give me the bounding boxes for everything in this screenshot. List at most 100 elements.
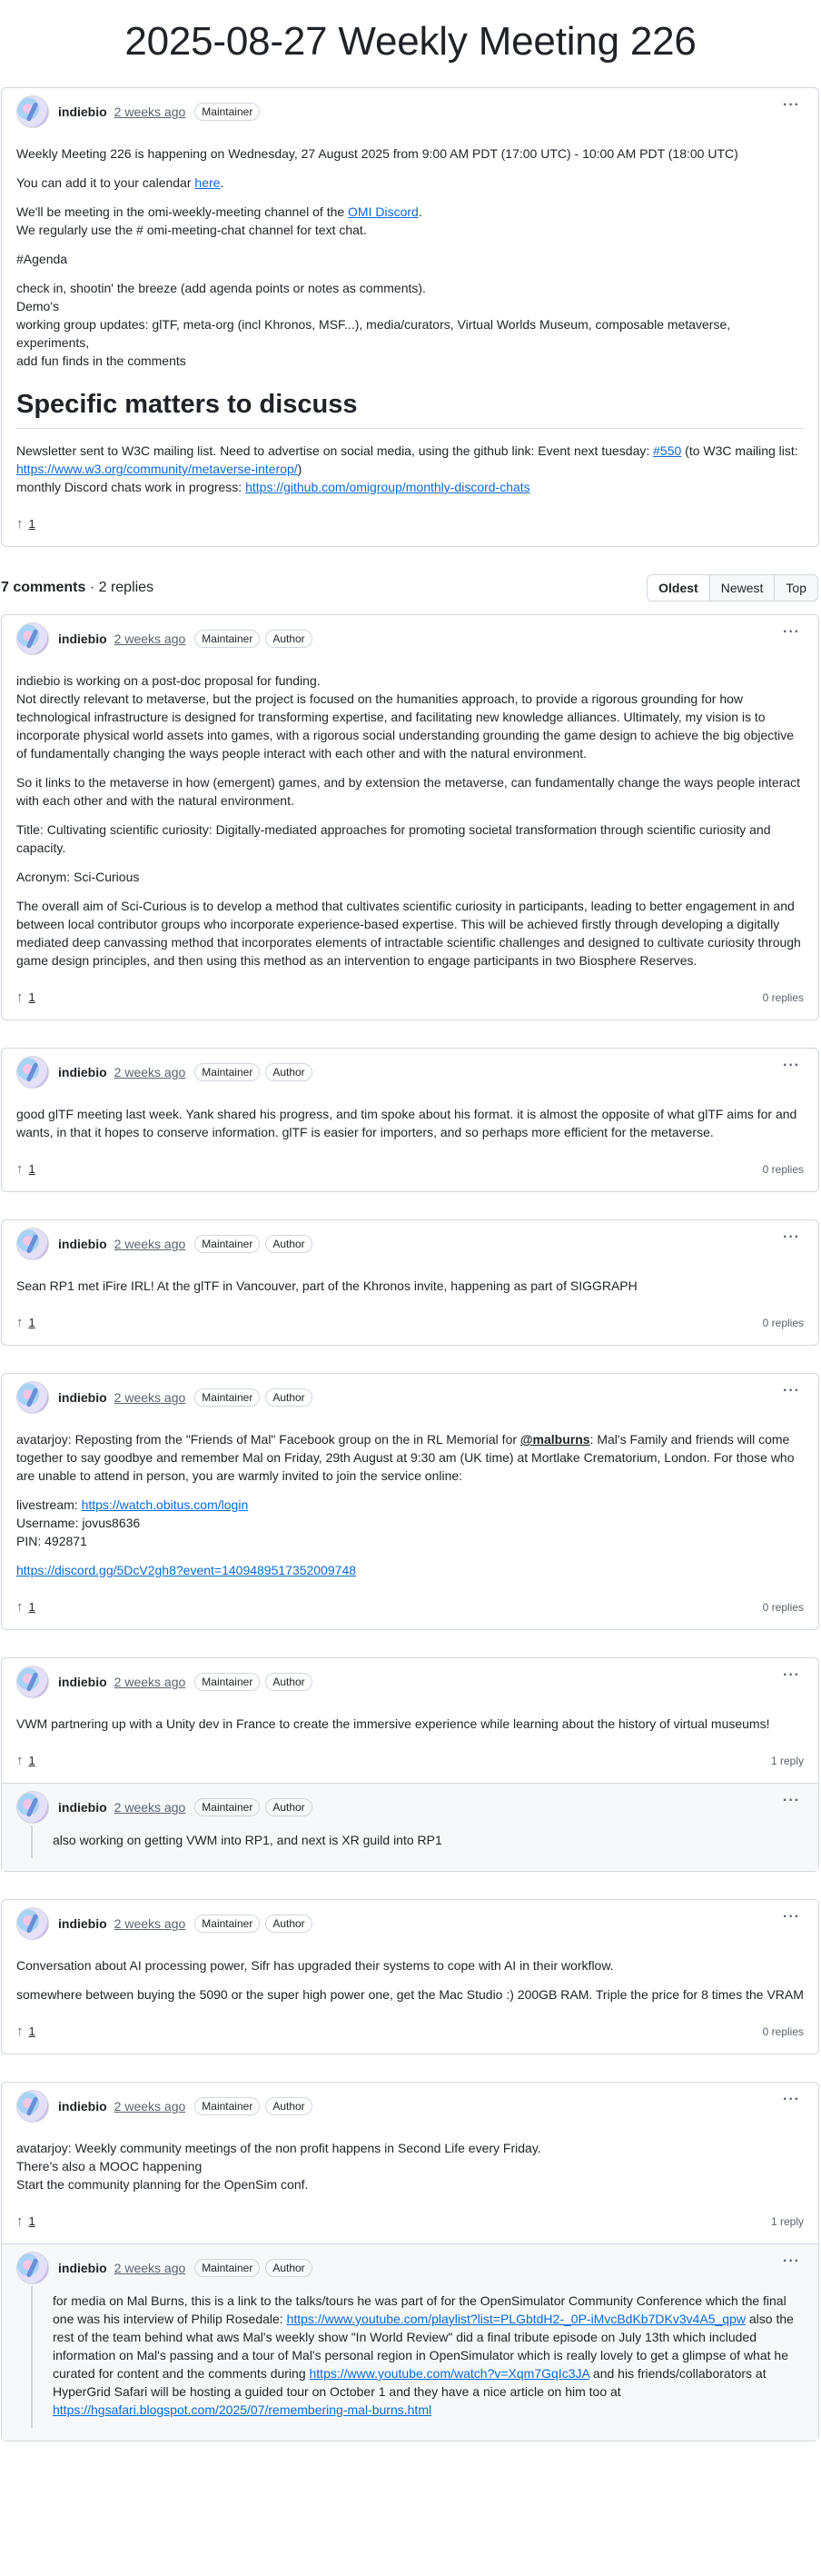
upvote-button[interactable]: ↑ 1 (16, 516, 35, 532)
playlist-link[interactable]: https://www.youtube.com/playlist?list=PL… (287, 2312, 746, 2326)
comment-text: somewhere between buying the 5090 or the… (16, 1987, 804, 2002)
avatar[interactable] (16, 2252, 49, 2284)
more-options-icon[interactable]: ··· (783, 1059, 800, 1073)
timestamp[interactable]: 2 weeks ago (114, 1800, 186, 1815)
arrow-up-icon: ↑ (16, 1315, 24, 1330)
replies-count: 0 replies (762, 1600, 804, 1614)
author-badge: Author (265, 1235, 312, 1253)
maintainer-badge: Maintainer (194, 1063, 261, 1081)
comment: indiebio 2 weeks ago Maintainer Author ·… (1, 1899, 819, 2054)
reply-text: for media on Mal Burns, this is a link t… (53, 2293, 794, 2417)
author-name[interactable]: indiebio (58, 1800, 107, 1815)
more-options-icon[interactable]: ··· (783, 1910, 800, 1925)
timestamp[interactable]: 2 weeks ago (114, 2099, 186, 2114)
author-name[interactable]: indiebio (58, 1916, 107, 1931)
more-options-icon[interactable]: ··· (783, 2254, 800, 2269)
arrow-up-icon: ↑ (16, 1599, 24, 1615)
comment-header: indiebio 2 weeks ago Maintainer Author ·… (2, 615, 818, 657)
comment-body: avatarjoy: Weekly community meetings of … (2, 2124, 818, 2208)
timestamp[interactable]: 2 weeks ago (114, 1390, 186, 1405)
upvote-button[interactable]: ↑ 1 (16, 2024, 35, 2039)
author-name[interactable]: indiebio (58, 632, 107, 646)
replies-count: 1 reply (770, 2214, 804, 2228)
comments-count: 7 comments · 2 replies (1, 580, 154, 595)
avatar[interactable] (16, 1056, 49, 1089)
more-options-icon[interactable]: ··· (783, 1668, 800, 1683)
timestamp[interactable]: 2 weeks ago (114, 1916, 186, 1931)
timestamp[interactable]: 2 weeks ago (114, 1237, 186, 1251)
avatar[interactable] (16, 95, 49, 128)
sort-top-button[interactable]: Top (774, 575, 817, 601)
comment-footer: ↑ 1 1 reply (2, 2208, 818, 2243)
upvote-button[interactable]: ↑ 1 (16, 990, 35, 1005)
calendar-link[interactable]: here (194, 175, 220, 190)
comment-body: avatarjoy: Reposting from the "Friends o… (2, 1416, 818, 1594)
timestamp[interactable]: 2 weeks ago (114, 2261, 186, 2275)
timestamp[interactable]: 2 weeks ago (114, 632, 186, 646)
avatar[interactable] (16, 622, 49, 655)
arrow-up-icon: ↑ (16, 1753, 24, 1768)
more-options-icon[interactable]: ··· (783, 625, 800, 640)
author-name[interactable]: indiebio (58, 1675, 107, 1689)
author-badge: Author (265, 1388, 312, 1407)
reply-body: also working on getting VWM into RP1, an… (2, 1831, 818, 1858)
author-name[interactable]: indiebio (58, 2099, 107, 2114)
upvote-button[interactable]: ↑ 1 (16, 1315, 35, 1330)
maintainer-badge: Maintainer (194, 1798, 261, 1816)
replies-count: 1 reply (770, 1754, 804, 1767)
user-mention[interactable]: @malburns (520, 1432, 590, 1447)
issue-link[interactable]: #550 (653, 443, 681, 458)
timestamp[interactable]: 2 weeks ago (114, 1675, 186, 1689)
comments-summary-bar: 7 comments · 2 replies Oldest Newest Top (1, 574, 818, 602)
author-name[interactable]: indiebio (58, 1390, 107, 1405)
author-badge: Author (265, 2259, 312, 2277)
timestamp[interactable]: 2 weeks ago (114, 1065, 186, 1079)
agenda-label: #Agenda (16, 252, 68, 266)
author-name[interactable]: indiebio (58, 2261, 107, 2275)
discord-link[interactable]: OMI Discord (348, 204, 419, 219)
maintainer-badge: Maintainer (194, 2097, 261, 2115)
section-heading: Specific matters to discuss (16, 388, 804, 429)
upvote-button[interactable]: ↑ 1 (16, 1161, 35, 1177)
comment: indiebio 2 weeks ago Maintainer Author ·… (1, 2082, 819, 2442)
discord-event-link[interactable]: https://discord.gg/5DcV2gh8?event=140948… (16, 1563, 356, 1577)
upvote-button[interactable]: ↑ 1 (16, 1599, 35, 1615)
avatar[interactable] (16, 1791, 49, 1824)
avatar[interactable] (16, 1381, 49, 1414)
avatar[interactable] (16, 1907, 49, 1940)
avatar[interactable] (16, 2090, 49, 2123)
timestamp[interactable]: 2 weeks ago (114, 104, 186, 119)
reply-header: indiebio 2 weeks ago Maintainer Author ·… (2, 2244, 818, 2286)
comment-text: good glTF meeting last week. Yank shared… (16, 1107, 797, 1139)
more-options-icon[interactable]: ··· (783, 2093, 800, 2107)
reply-text: also working on getting VWM into RP1, an… (53, 1833, 442, 1847)
author-badge: Author (265, 2097, 312, 2115)
replies-count: 0 replies (762, 2024, 804, 2038)
comment-text: The overall aim of Sci-Curious is to dev… (16, 899, 801, 968)
monthly-chats-link[interactable]: https://github.com/omigroup/monthly-disc… (245, 480, 530, 494)
arrow-up-icon: ↑ (16, 990, 24, 1005)
avatar[interactable] (16, 1228, 49, 1260)
sort-oldest-button[interactable]: Oldest (648, 575, 709, 601)
upvote-button[interactable]: ↑ 1 (16, 1753, 35, 1768)
comment-text: Acronym: Sci-Curious (16, 870, 140, 884)
comment-body: VWM partnering up with a Unity dev in Fr… (2, 1700, 818, 1747)
more-options-icon[interactable]: ··· (783, 1794, 800, 1808)
more-options-icon[interactable]: ··· (783, 1384, 800, 1398)
upvote-button[interactable]: ↑ 1 (16, 2213, 35, 2229)
author-name[interactable]: indiebio (58, 104, 107, 119)
w3c-link[interactable]: https://www.w3.org/community/metaverse-i… (16, 462, 298, 476)
more-options-icon[interactable]: ··· (783, 1230, 800, 1245)
maintainer-badge: Maintainer (194, 1235, 261, 1253)
comment-footer: ↑ 1 0 replies (2, 984, 818, 1019)
video-link[interactable]: https://www.youtube.com/watch?v=Xqm7GqIc… (310, 2366, 590, 2381)
author-name[interactable]: indiebio (58, 1065, 107, 1079)
author-name[interactable]: indiebio (58, 1237, 107, 1251)
livestream-link[interactable]: https://watch.obitus.com/login (82, 1497, 249, 1512)
more-options-icon[interactable]: ··· (783, 98, 800, 113)
blog-link[interactable]: https://hgsafari.blogspot.com/2025/07/re… (53, 2402, 431, 2417)
avatar[interactable] (16, 1666, 49, 1698)
replies-count: 0 replies (762, 1162, 804, 1176)
calendar-text: You can add it to your calendar here. (16, 175, 224, 190)
sort-newest-button[interactable]: Newest (708, 575, 775, 601)
